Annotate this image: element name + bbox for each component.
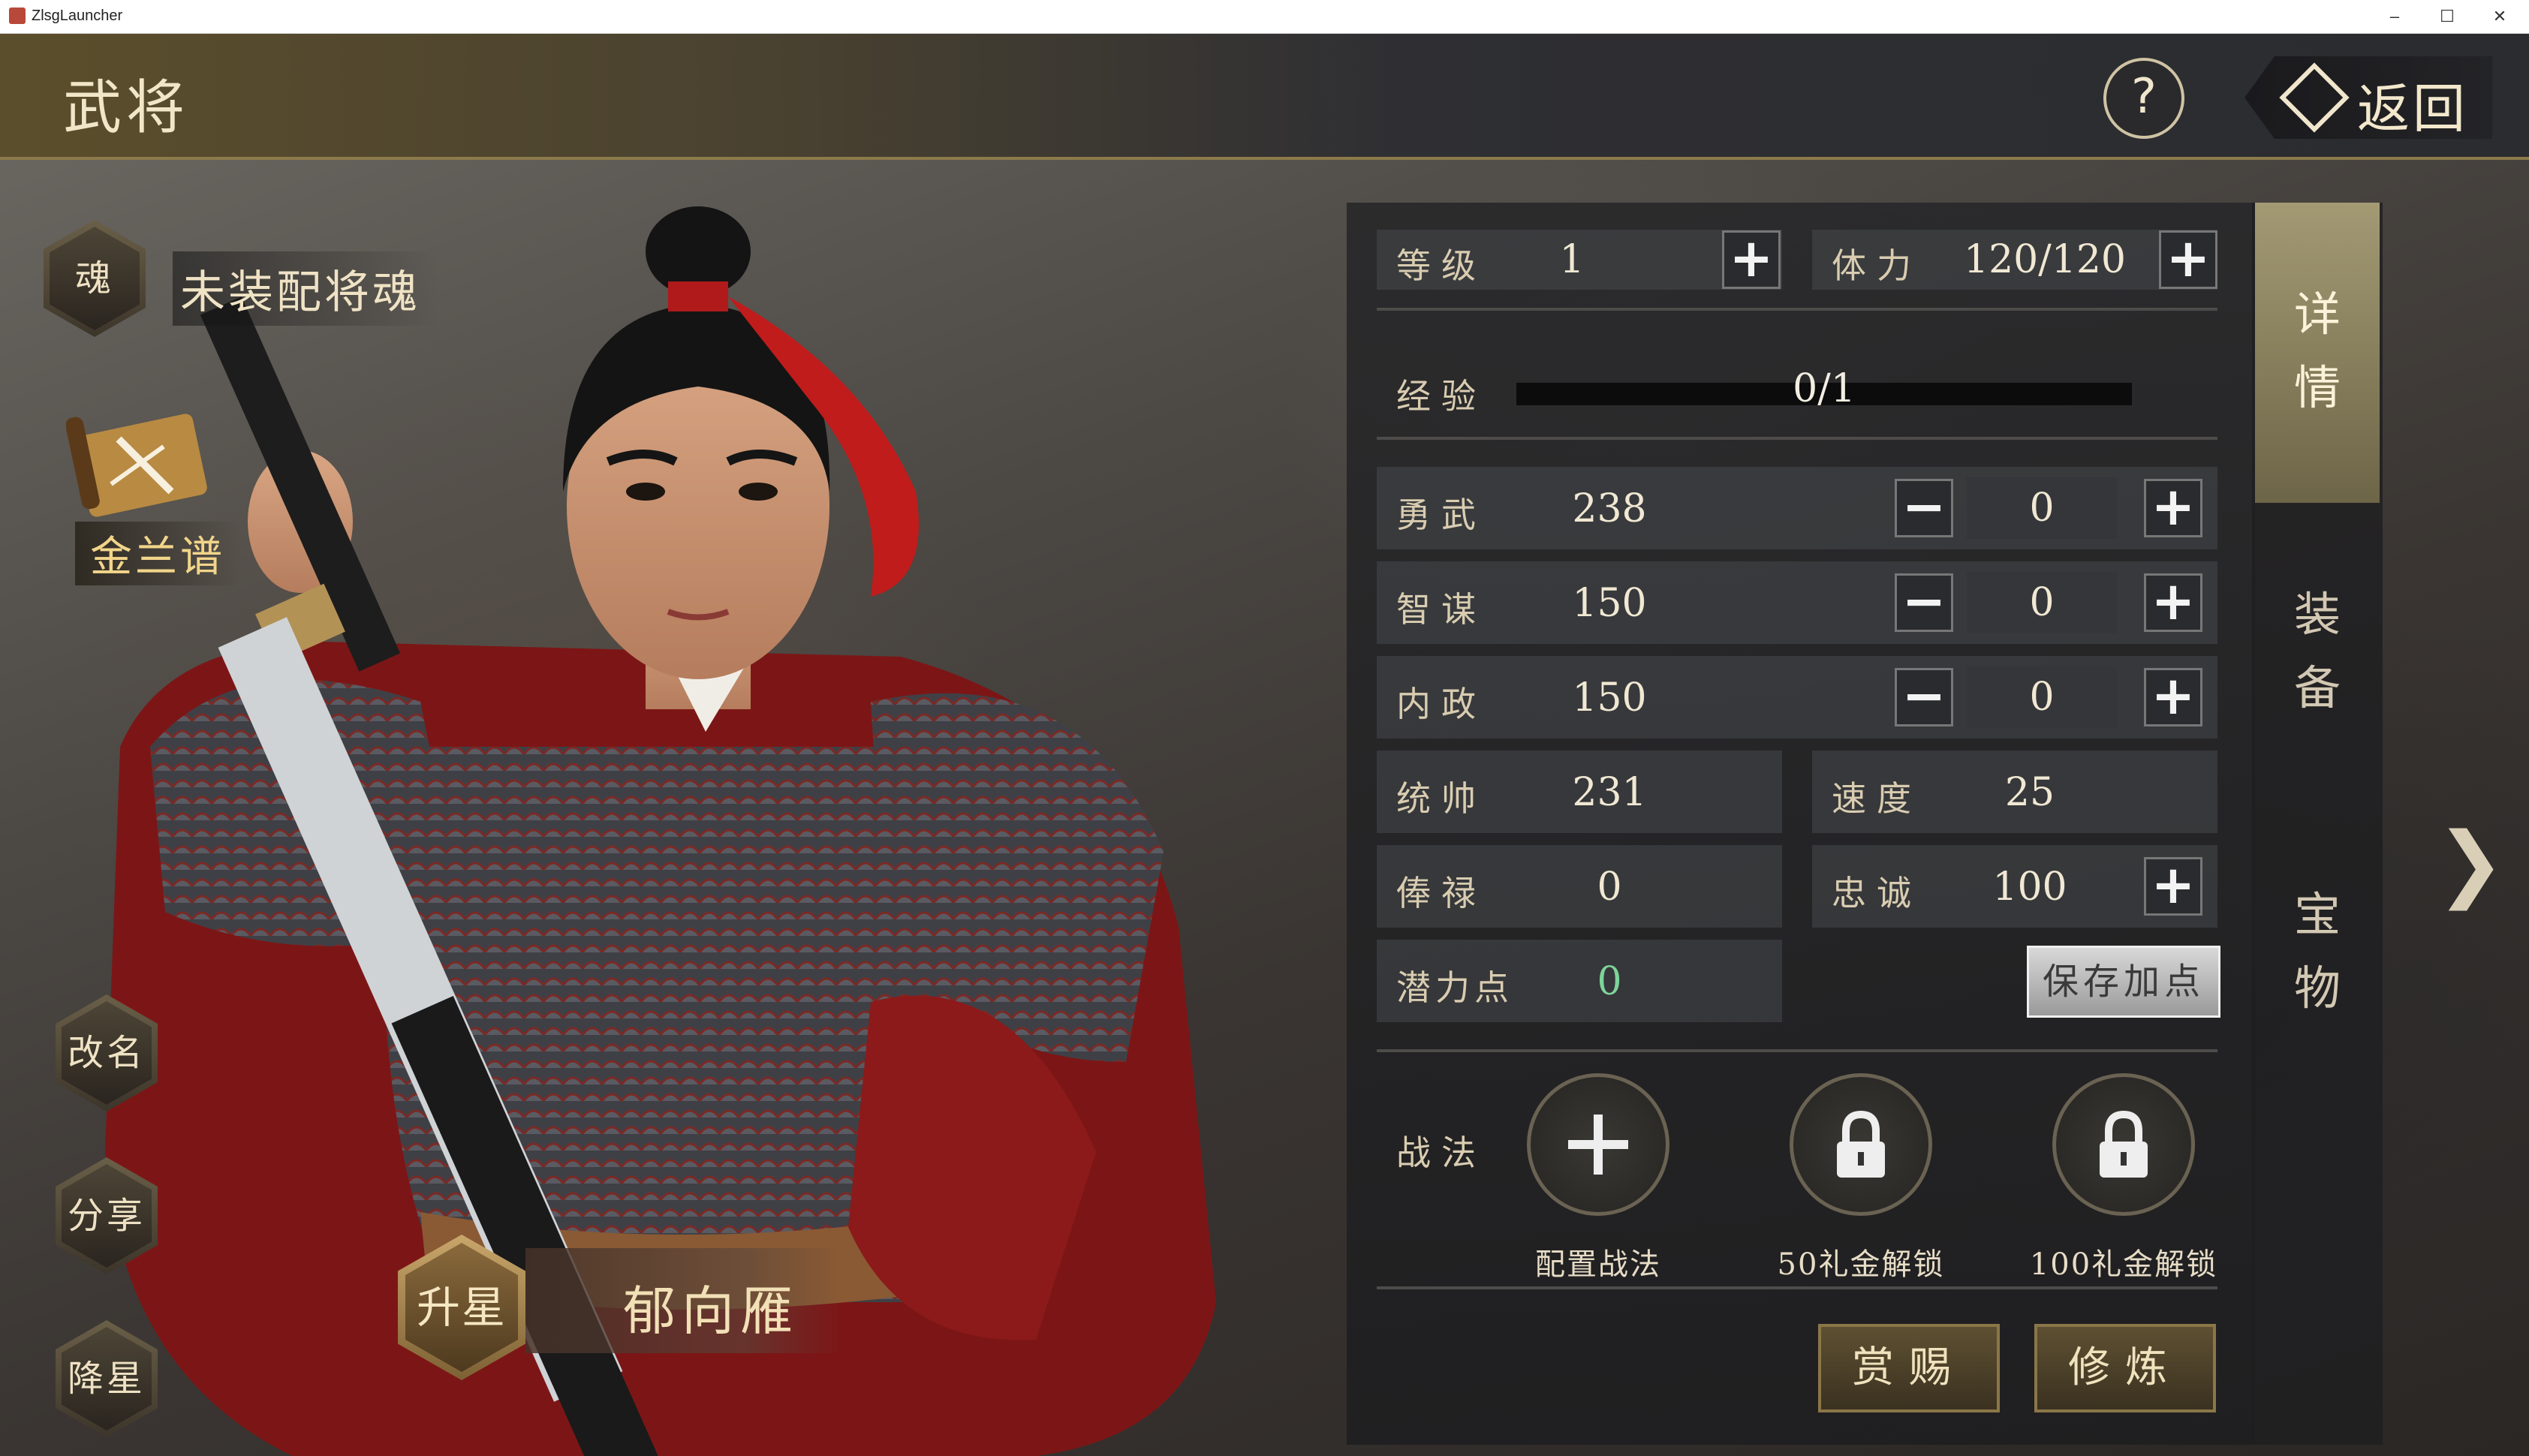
politics-alloc: 0 — [1967, 666, 2117, 728]
command-label: 统帅 — [1396, 778, 1486, 819]
level-plus-button[interactable]: + — [1722, 230, 1781, 289]
back-button[interactable]: 返回 — [2244, 56, 2492, 139]
tactics-label: 战法 — [1396, 1133, 1486, 1173]
politics-row: 内政 150 − 0 + — [1377, 656, 2217, 739]
tab-treasure[interactable]: 宝物 — [2255, 818, 2380, 1103]
tab-strip: 详情 装备 宝物 — [2252, 203, 2383, 1445]
wisdom-alloc: 0 — [1967, 572, 2117, 633]
top-bar: 武将 ? 返回 — [0, 34, 2529, 160]
exp-label: 经验 — [1396, 376, 1486, 417]
salary-value: 0 — [1597, 865, 1622, 910]
stats-panel: 等级 1 + 体力 120/120 + 经验 0/1 勇武 238 − 0 + … — [1347, 203, 2255, 1445]
divider — [1377, 308, 2217, 311]
loyalty-value: 100 — [1992, 865, 2067, 910]
valor-minus-button[interactable]: − — [1895, 479, 1953, 537]
command-value: 231 — [1572, 770, 1647, 815]
valor-plus-button[interactable]: + — [2144, 479, 2202, 537]
hero-name-plate: 郁向雁 — [525, 1248, 841, 1353]
politics-value: 150 — [1572, 675, 1647, 720]
tactic-slot-3[interactable] — [2052, 1073, 2195, 1216]
valor-alloc: 0 — [1967, 477, 2117, 539]
tab-equipment-label: 装备 — [2293, 587, 2341, 715]
tab-details-label: 详情 — [2293, 287, 2341, 415]
salary-row: 俸禄 0 — [1377, 845, 1782, 928]
wisdom-plus-button[interactable]: + — [2144, 573, 2202, 632]
share-label: 分享 — [62, 1164, 152, 1268]
reward-button[interactable]: 赏赐 — [1818, 1324, 2000, 1412]
loyalty-row: 忠诚 100 + — [1812, 845, 2217, 928]
stamina-label: 体力 — [1832, 245, 1922, 286]
tactic-caption-1: 配置战法 — [1535, 1247, 1661, 1282]
divider — [1377, 437, 2217, 440]
window-title: ZlsgLauncher — [32, 8, 123, 24]
wisdom-row: 智谋 150 − 0 + — [1377, 561, 2217, 644]
page-title: 武将 — [63, 74, 190, 142]
lock-icon — [1837, 1110, 1885, 1178]
salary-label: 俸禄 — [1396, 873, 1486, 913]
lock-icon — [2100, 1110, 2148, 1178]
back-label: 返回 — [2357, 78, 2468, 140]
downstar-label: 降星 — [62, 1327, 152, 1430]
close-button[interactable]: ✕ — [2477, 3, 2522, 30]
tactic-slot-2[interactable] — [1790, 1073, 1932, 1216]
wisdom-value: 150 — [1572, 581, 1647, 626]
potential-value: 0 — [1597, 959, 1622, 1004]
wisdom-minus-button[interactable]: − — [1895, 573, 1953, 632]
speed-value: 25 — [2004, 770, 2055, 815]
politics-plus-button[interactable]: + — [2144, 668, 2202, 726]
potential-row: 潜力点 0 — [1377, 940, 1782, 1022]
command-row: 统帅 231 — [1377, 751, 1782, 833]
divider — [1377, 1049, 2217, 1052]
level-label: 等级 — [1396, 245, 1486, 286]
minimize-button[interactable]: – — [2372, 3, 2417, 30]
plus-icon — [1568, 1115, 1628, 1175]
tactic-caption-2: 50礼金解锁 — [1777, 1247, 1945, 1282]
hero-name: 郁向雁 — [623, 1280, 799, 1342]
stamina-plus-button[interactable]: + — [2159, 230, 2217, 289]
soul-icon: 魂 — [50, 227, 140, 330]
soul-status: 未装配将魂 — [173, 251, 438, 326]
divider — [1377, 1286, 2217, 1289]
valor-value: 238 — [1572, 486, 1647, 531]
game-scene: 武将 ? 返回 魂 未装配将魂 金兰谱 改名 分享 降星 郁向雁 升星 等级 1 — [0, 34, 2529, 1456]
wisdom-label: 智谋 — [1396, 589, 1486, 630]
speed-row: 速度 25 — [1812, 751, 2217, 833]
save-points-button[interactable]: 保存加点 — [2027, 946, 2220, 1018]
bond-book-icon[interactable] — [66, 394, 216, 522]
maximize-button[interactable]: ☐ — [2425, 3, 2470, 30]
tab-equipment[interactable]: 装备 — [2255, 518, 2380, 803]
upstar-label: 升星 — [405, 1243, 518, 1372]
loyalty-plus-button[interactable]: + — [2144, 857, 2202, 916]
help-button[interactable]: ? — [2103, 58, 2184, 139]
next-hero-arrow-icon[interactable]: ❯ — [2436, 814, 2505, 910]
politics-minus-button[interactable]: − — [1895, 668, 1953, 726]
window-titlebar: ZlsgLauncher – ☐ ✕ — [0, 0, 2529, 34]
tab-treasure-label: 宝物 — [2293, 887, 2341, 1015]
exp-value: 0/1 — [1793, 366, 1856, 411]
train-button[interactable]: 修炼 — [2034, 1324, 2216, 1412]
tactic-caption-3: 100礼金解锁 — [2029, 1247, 2218, 1282]
speed-label: 速度 — [1832, 778, 1922, 819]
back-arrow-icon — [2279, 62, 2350, 133]
stamina-value: 120/120 — [1963, 237, 2127, 282]
valor-label: 勇武 — [1396, 495, 1486, 535]
rename-label: 改名 — [62, 1001, 152, 1105]
valor-row: 勇武 238 − 0 + — [1377, 467, 2217, 549]
loyalty-label: 忠诚 — [1832, 873, 1922, 913]
politics-label: 内政 — [1396, 684, 1486, 724]
tab-details[interactable]: 详情 — [2255, 203, 2380, 503]
level-row: 等级 1 + — [1377, 230, 1782, 290]
tactic-slot-1[interactable] — [1527, 1073, 1669, 1216]
potential-label: 潜力点 — [1396, 967, 1513, 1008]
app-icon — [9, 8, 26, 24]
level-value: 1 — [1559, 237, 1585, 282]
bond-book-label[interactable]: 金兰谱 — [75, 522, 240, 585]
stamina-row: 体力 120/120 + — [1812, 230, 2217, 290]
